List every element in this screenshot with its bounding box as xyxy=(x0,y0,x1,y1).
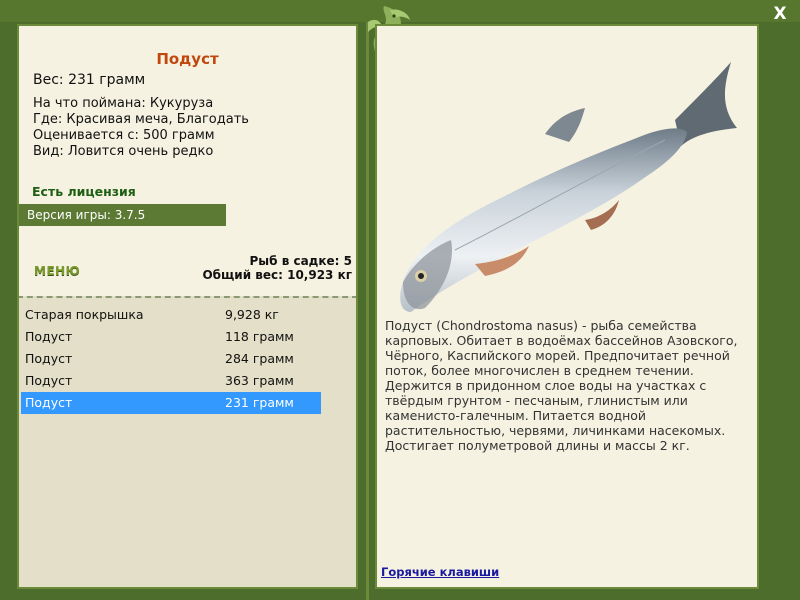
fish-name-title: Подуст xyxy=(156,50,219,68)
catch-weight: 363 грамм xyxy=(225,373,294,388)
catch-weight: 9,928 кг xyxy=(225,307,279,322)
fish-image xyxy=(400,62,737,312)
catch-name: Подуст xyxy=(25,351,73,366)
catch-name: Старая покрышка xyxy=(25,307,144,322)
catch-list-item[interactable]: Старая покрышка 9,928 кг xyxy=(21,304,321,326)
fish-value: Оценивается с: 500 грамм xyxy=(33,128,215,143)
fish-bait: На что поймана: Кукуруза xyxy=(33,96,214,111)
catch-list-item[interactable]: Подуст 363 грамм xyxy=(21,370,321,392)
fish-weight: Вес: 231 грамм xyxy=(33,72,146,88)
catch-name: Подуст xyxy=(25,329,73,344)
catch-name: Подуст xyxy=(25,373,73,388)
catch-weight: 284 грамм xyxy=(225,351,294,366)
fish-rarity: Вид: Ловится очень редко xyxy=(33,144,214,159)
game-version-bar: Версия игры: 3.7.5 xyxy=(19,204,226,226)
keepnet-total-weight: Общий вес: 10,923 кг xyxy=(202,268,352,282)
catch-list-item-selected[interactable]: Подуст 231 грамм xyxy=(21,392,321,414)
keepnet-stats: Рыб в садке: 5 Общий вес: 10,923 кг xyxy=(202,254,352,282)
fish-description-text: Подуст (Chondrostoma nasus) - рыба семей… xyxy=(385,318,738,453)
catch-list: Старая покрышка 9,928 кг Подуст 118 грам… xyxy=(19,296,356,587)
fish-location: Где: Красивая меча, Благодать xyxy=(33,112,249,127)
fish-details: На что поймана: Кукуруза Где: Красивая м… xyxy=(33,96,249,160)
keepnet-count: Рыб в садке: 5 xyxy=(249,254,353,268)
fish-description-panel: Подуст (Chondrostoma nasus) - рыба семей… xyxy=(375,24,759,589)
fish-info-panel: Подуст Вес: 231 грамм На что поймана: Ку… xyxy=(17,24,358,589)
panel-divider xyxy=(366,22,369,600)
catch-weight: 118 грамм xyxy=(225,329,294,344)
catch-weight: 231 грамм xyxy=(225,395,294,410)
license-status: Есть лицензия xyxy=(32,184,136,199)
catch-list-item[interactable]: Подуст 284 грамм xyxy=(21,348,321,370)
close-button[interactable]: X xyxy=(770,4,790,24)
menu-button[interactable]: МЕНЮ xyxy=(34,264,80,278)
catch-name: Подуст xyxy=(25,395,73,410)
hotkeys-link[interactable]: Горячие клавиши xyxy=(381,565,499,579)
catch-list-item[interactable]: Подуст 118 грамм xyxy=(21,326,321,348)
